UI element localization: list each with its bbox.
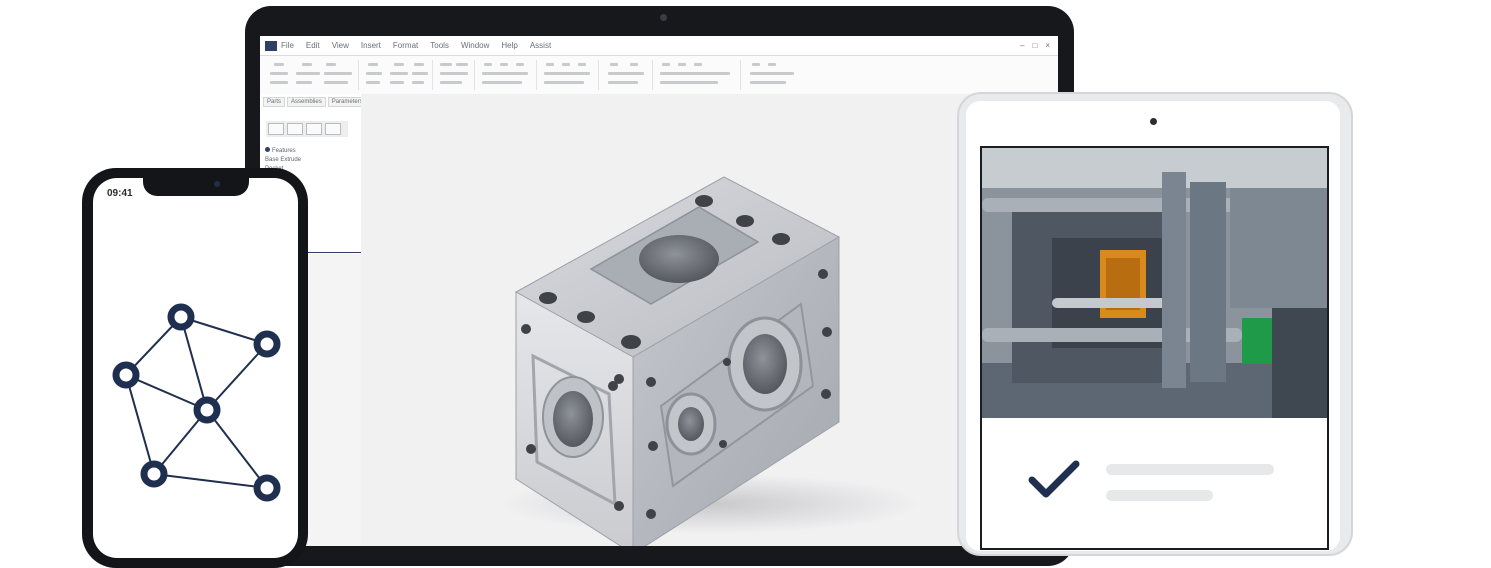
menu-item-view[interactable]: View: [332, 41, 349, 50]
phone-screen: 09:41: [93, 178, 298, 558]
settings-icon[interactable]: [325, 123, 341, 135]
ribbon-group-5[interactable]: [538, 60, 599, 90]
phone-camera: [214, 181, 220, 187]
menu-item-file[interactable]: File: [281, 41, 294, 50]
status-bar-time: 09:41: [107, 188, 133, 199]
menu-bar: File Edit View Insert Format Tools Windo…: [260, 36, 1058, 56]
tablet-screen: [980, 146, 1329, 550]
top-bore-hole: [639, 235, 719, 283]
menu-item-insert[interactable]: Insert: [361, 41, 381, 50]
panel-toolbar: [266, 121, 348, 137]
graph-node: [253, 474, 281, 502]
tree-item[interactable]: Base Extrude: [265, 156, 361, 165]
right-bore-hole-small: [678, 407, 704, 441]
cad-application-window: File Edit View Insert Format Tools Windo…: [260, 36, 1058, 546]
left-bore-hole: [553, 391, 593, 447]
phone-notch: [143, 174, 249, 196]
checkmark-icon: [1028, 460, 1080, 498]
app-logo-icon: [265, 40, 277, 51]
ribbon-group-7[interactable]: [654, 60, 741, 90]
menu-item-format[interactable]: Format: [393, 41, 418, 50]
ribbon-group-3[interactable]: [434, 60, 475, 90]
laptop-camera: [660, 14, 667, 21]
ribbon-group-1[interactable]: [262, 60, 359, 90]
menu-item-edit[interactable]: Edit: [306, 41, 320, 50]
minimize-button[interactable]: –: [1020, 41, 1024, 50]
maximize-button[interactable]: □: [1032, 41, 1037, 50]
tab-assemblies[interactable]: Assemblies: [287, 97, 326, 107]
graph-node: [167, 303, 195, 331]
ribbon-toolbar: [260, 56, 1058, 95]
close-button[interactable]: ×: [1045, 41, 1050, 50]
filter-icon[interactable]: [306, 123, 322, 135]
menu-item-window[interactable]: Window: [461, 41, 489, 50]
menu-item-help[interactable]: Help: [501, 41, 517, 50]
graph-node: [112, 361, 140, 389]
graph-node: [253, 330, 281, 358]
right-bore-hole-large: [743, 334, 787, 394]
3d-viewport[interactable]: [361, 94, 1058, 546]
ribbon-group-4[interactable]: [476, 60, 537, 90]
menu-item-assist[interactable]: Assist: [530, 41, 551, 50]
network-graph: [112, 303, 281, 502]
text-placeholder-line: [1106, 490, 1213, 501]
green-control-box: [1242, 318, 1276, 364]
ribbon-group-6[interactable]: [600, 60, 653, 90]
tab-parts[interactable]: Parts: [263, 97, 286, 107]
copy-icon[interactable]: [287, 123, 303, 135]
graph-node: [140, 460, 168, 488]
ribbon-group-8[interactable]: [742, 60, 882, 90]
text-placeholder-line: [1106, 464, 1274, 475]
graph-node: [193, 396, 221, 424]
tablet-camera: [1150, 118, 1157, 125]
tree-item[interactable]: Features: [265, 147, 361, 156]
new-feature-icon[interactable]: [268, 123, 284, 135]
ribbon-group-2[interactable]: [360, 60, 433, 90]
menu-item-tools[interactable]: Tools: [430, 41, 449, 50]
metal-block-3d-model[interactable]: [361, 94, 1058, 546]
injection-molding-machine-photo: [982, 148, 1327, 418]
part-icon: [265, 147, 270, 152]
